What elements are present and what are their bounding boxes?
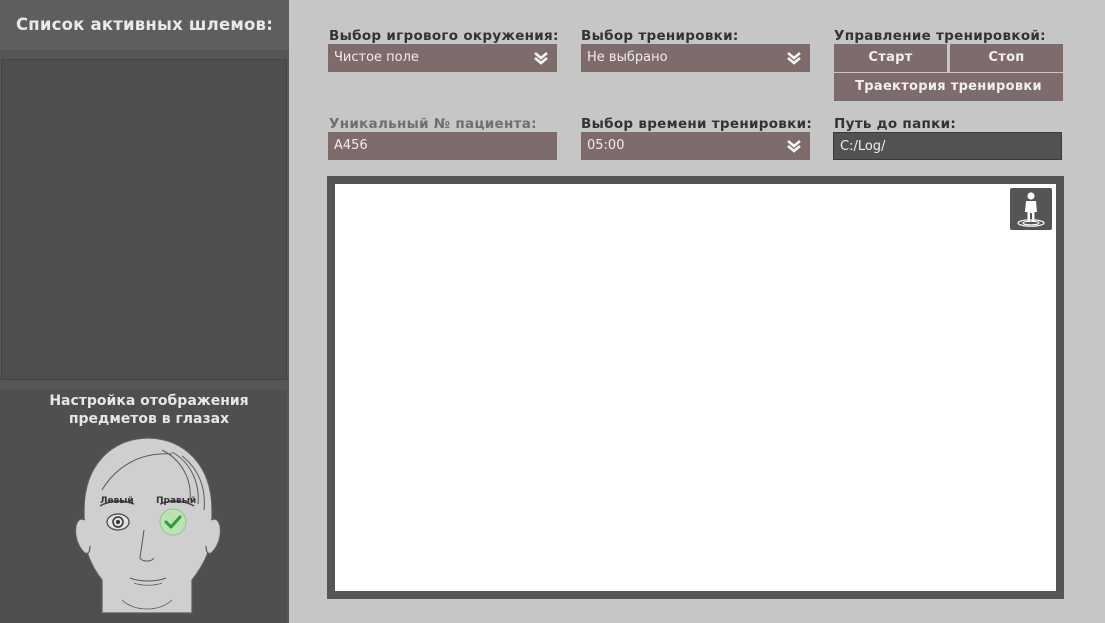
double-chevron-down-icon (534, 52, 548, 65)
training-value: Не выбрано (587, 50, 668, 65)
right-eye-label: Правый (156, 496, 197, 506)
eye-panel-title-line1: Настройка отображения (49, 393, 249, 409)
eye-panel-title-line2: предметов в глазах (68, 411, 230, 427)
eye-panel-title: Настройка отображения предметов в глазах (0, 390, 298, 428)
environment-label: Выбор игрового окружения: (329, 28, 559, 44)
start-button[interactable]: Старт (834, 44, 947, 72)
stop-button[interactable]: Стоп (950, 44, 1063, 72)
folder-path-input[interactable]: C:/Log/ (833, 132, 1062, 160)
patient-label: Уникальный № пациента: (329, 116, 537, 132)
environment-value: Чистое поле (334, 50, 419, 65)
folder-label: Путь до папки: (834, 116, 957, 132)
patient-id-input[interactable]: А456 (328, 132, 557, 160)
person-view-button[interactable] (1010, 188, 1052, 230)
left-eye-label: Левый (100, 496, 134, 506)
time-dropdown[interactable]: 05:00 (581, 132, 810, 160)
eye-display-panel: Настройка отображения предметов в глазах (0, 390, 287, 623)
sidebar: Список активных шлемов: Настройка отобра… (0, 0, 289, 623)
sidebar-title: Список активных шлемов: (0, 0, 289, 50)
control-label: Управление тренировкой: (834, 28, 1046, 44)
double-chevron-down-icon (787, 140, 801, 153)
person-icon (1017, 192, 1045, 227)
face-illustration (75, 437, 221, 614)
active-helmets-list[interactable] (1, 59, 287, 380)
time-label: Выбор времени тренировки: (581, 116, 813, 132)
double-chevron-down-icon (787, 52, 801, 65)
training-dropdown[interactable]: Не выбрано (581, 44, 810, 72)
left-eye-toggle[interactable] (106, 511, 130, 531)
environment-dropdown[interactable]: Чистое поле (328, 44, 557, 72)
time-value: 05:00 (587, 138, 625, 153)
training-label: Выбор тренировки: (581, 28, 739, 44)
trajectory-canvas[interactable] (335, 184, 1056, 591)
trajectory-viewport (327, 176, 1064, 599)
trajectory-button[interactable]: Траектория тренировки (834, 73, 1063, 101)
right-eye-checkmark-icon[interactable] (159, 508, 187, 536)
